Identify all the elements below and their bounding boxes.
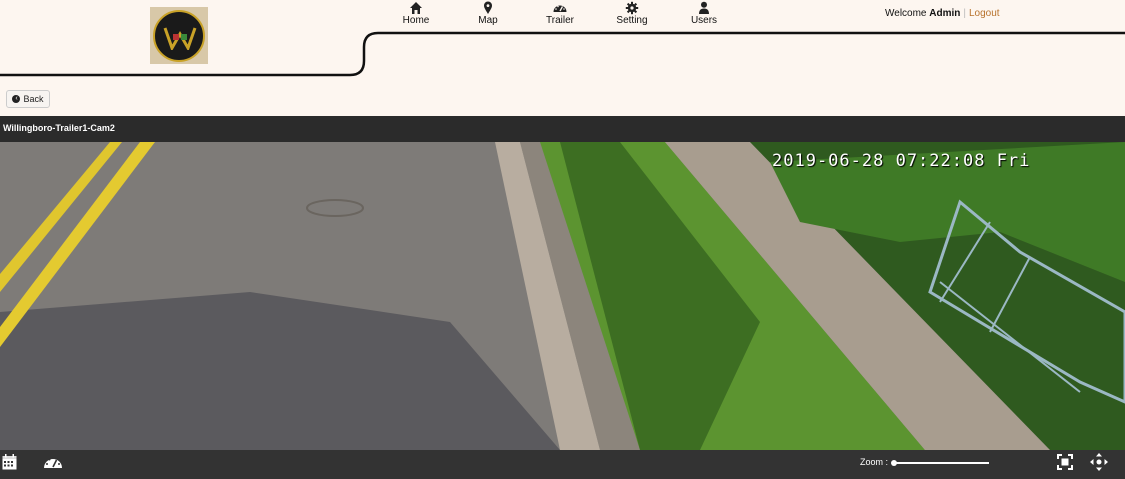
pan-move-icon[interactable] xyxy=(1090,453,1108,471)
video-controls-bar xyxy=(0,450,1125,479)
calendar-icon[interactable] xyxy=(2,454,17,470)
app-header: Home Map Trailer Setting Users Welcome A… xyxy=(0,0,1125,80)
dashboard-icon xyxy=(553,5,567,12)
zoom-label: Zoom : xyxy=(860,457,889,467)
nav-setting-label: Setting xyxy=(616,15,648,26)
nav-home-label: Home xyxy=(402,15,430,26)
user-welcome: Welcome Admin | Logout xyxy=(885,8,1000,19)
logo-emblem xyxy=(153,9,205,62)
nav-trailer-label: Trailer xyxy=(546,15,574,26)
nav-home[interactable]: Home xyxy=(380,0,452,26)
nav-users[interactable]: Users xyxy=(668,0,740,26)
welcome-separator: | xyxy=(963,8,966,19)
dashboard-gauge-icon[interactable] xyxy=(43,454,63,470)
logo-w-mark xyxy=(163,27,197,50)
camera-title-bar: Willingboro-Trailer1-Cam2 xyxy=(0,116,1125,142)
home-icon xyxy=(410,2,422,14)
fullscreen-icon[interactable] xyxy=(1057,454,1073,470)
zoom-slider-handle[interactable] xyxy=(891,460,897,466)
back-button[interactable]: ‹ Back xyxy=(6,90,50,108)
gear-icon xyxy=(625,1,639,15)
back-button-label: Back xyxy=(23,94,44,104)
welcome-text: Welcome xyxy=(885,8,927,19)
user-name: Admin xyxy=(929,8,961,19)
logout-link[interactable]: Logout xyxy=(969,8,1000,19)
nav-setting[interactable]: Setting xyxy=(596,0,668,26)
nav-users-label: Users xyxy=(690,15,718,26)
main-nav: Home Map Trailer Setting Users xyxy=(380,0,740,26)
user-icon xyxy=(699,1,709,14)
back-arrow-icon: ‹ xyxy=(12,95,21,103)
nav-map[interactable]: Map xyxy=(452,0,524,26)
nav-map-label: Map xyxy=(478,15,498,26)
camera-title: Willingboro-Trailer1-Cam2 xyxy=(3,123,115,133)
zoom-slider-track[interactable] xyxy=(894,462,989,464)
camera-video-feed[interactable] xyxy=(0,142,1125,450)
nav-trailer[interactable]: Trailer xyxy=(524,0,596,26)
map-marker-icon xyxy=(484,1,492,14)
video-timestamp: 2019-06-28 07:22:08 Fri xyxy=(772,151,1031,171)
app-logo[interactable] xyxy=(150,7,208,64)
video-frame-image xyxy=(0,142,1125,450)
